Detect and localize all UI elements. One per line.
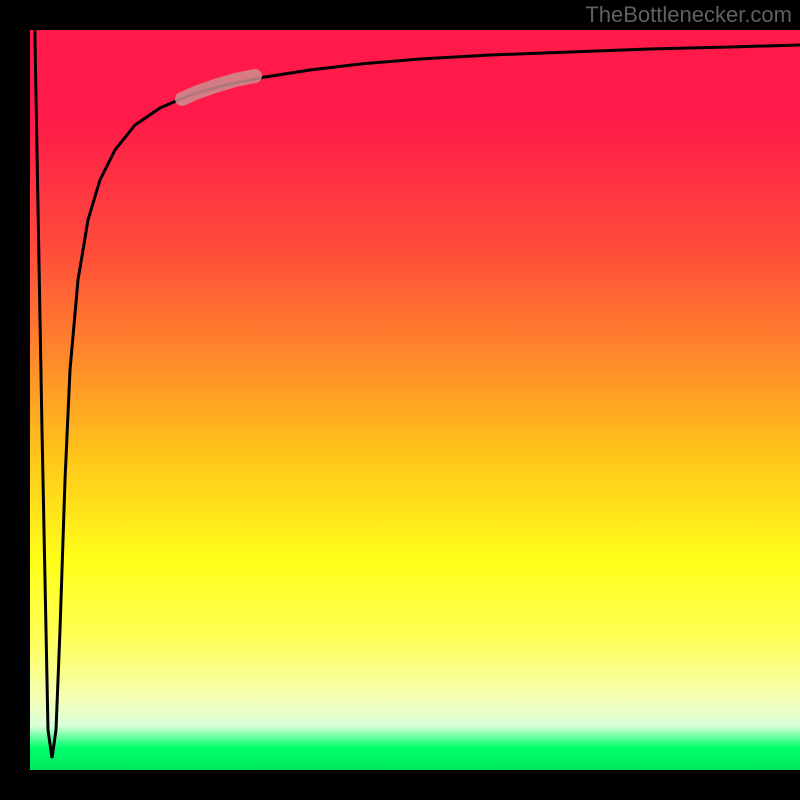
attribution-text: TheBottlenecker.com <box>585 2 792 28</box>
bottleneck-curve <box>35 30 800 758</box>
chart-svg <box>30 30 800 770</box>
plot-area <box>30 30 800 770</box>
highlight-segment <box>182 76 255 99</box>
